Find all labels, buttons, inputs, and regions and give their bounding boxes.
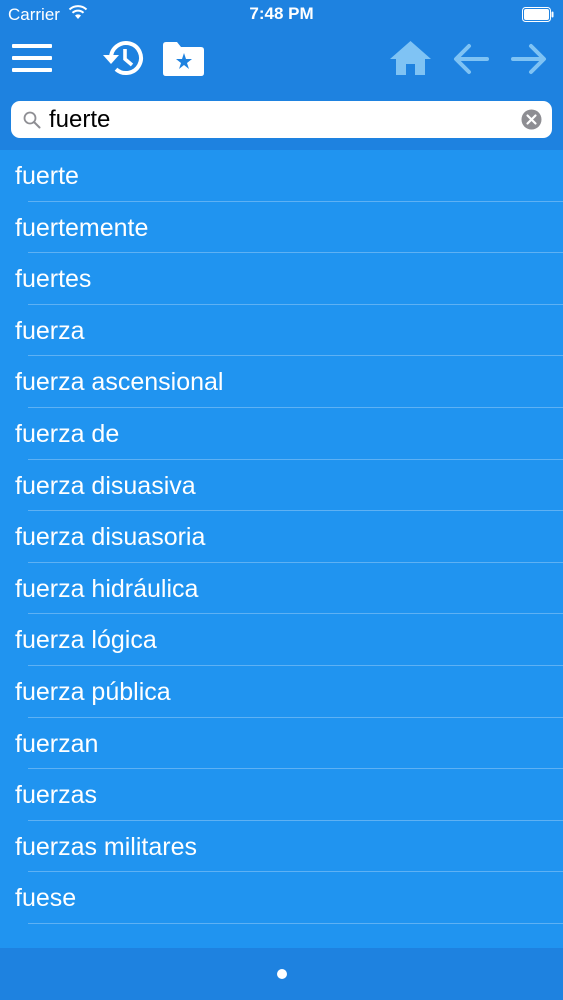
list-item[interactable]: fuerza disuasoria xyxy=(0,511,563,563)
list-item[interactable]: fuerza ascensional xyxy=(0,356,563,408)
status-bar: Carrier 7:48 PM xyxy=(0,0,563,30)
list-item-label: fuerza disuasoria xyxy=(15,523,206,552)
list-item[interactable]: fuerzas xyxy=(0,769,563,821)
list-item[interactable]: fuerza pública xyxy=(0,666,563,718)
list-item-label: fuertemente xyxy=(15,213,149,242)
list-item-label: fuerzas militares xyxy=(15,832,197,861)
list-item[interactable]: fuerzan xyxy=(0,718,563,770)
menu-icon[interactable] xyxy=(12,44,52,72)
list-item-label: fuertes xyxy=(15,265,92,294)
back-arrow-icon[interactable] xyxy=(453,43,489,75)
list-item[interactable]: fuertes xyxy=(0,253,563,305)
list-item-label: fuerzan xyxy=(15,729,99,758)
page-indicator-dot[interactable] xyxy=(277,969,287,979)
search-box[interactable] xyxy=(11,101,552,138)
search-area xyxy=(0,92,563,150)
search-input[interactable] xyxy=(49,101,509,138)
list-item-label: fuese xyxy=(15,884,77,913)
toolbar xyxy=(0,30,563,92)
search-icon xyxy=(23,111,41,129)
list-item[interactable]: fuerzas militares xyxy=(0,821,563,873)
list-item[interactable]: fuerte xyxy=(0,150,563,202)
bottom-bar xyxy=(0,948,563,1000)
history-icon[interactable] xyxy=(100,37,146,79)
list-item[interactable]: fuerza xyxy=(0,305,563,357)
list-item-label: fuerza lógica xyxy=(15,626,157,655)
list-item-label: fuerza de xyxy=(15,419,120,448)
list-item[interactable]: fuertemente xyxy=(0,202,563,254)
results-list: fuerte fuertemente fuertes fuerza fuerza… xyxy=(0,150,563,948)
list-item[interactable]: fuese xyxy=(0,872,563,924)
clear-search-icon[interactable] xyxy=(521,109,542,130)
list-item-label: fuerza hidráulica xyxy=(15,574,199,603)
list-item[interactable]: fuerza hidráulica xyxy=(0,563,563,615)
list-item-label: fuerza disuasiva xyxy=(15,471,196,500)
list-item[interactable]: fuerza disuasiva xyxy=(0,460,563,512)
list-item[interactable]: fuerza lógica xyxy=(0,614,563,666)
list-item-label: fuerza pública xyxy=(15,677,171,706)
status-time: 7:48 PM xyxy=(249,4,314,23)
list-item[interactable]: fuerza de xyxy=(0,408,563,460)
list-item-label: fuerza ascensional xyxy=(15,368,224,397)
list-item-label: fuerza xyxy=(15,316,85,345)
favorites-folder-icon[interactable] xyxy=(162,41,205,77)
list-item-label: fuerzas xyxy=(15,781,97,810)
home-icon[interactable] xyxy=(389,40,432,76)
forward-arrow-icon[interactable] xyxy=(511,43,547,75)
battery-icon xyxy=(522,7,554,22)
list-item-label: fuerte xyxy=(15,162,79,190)
